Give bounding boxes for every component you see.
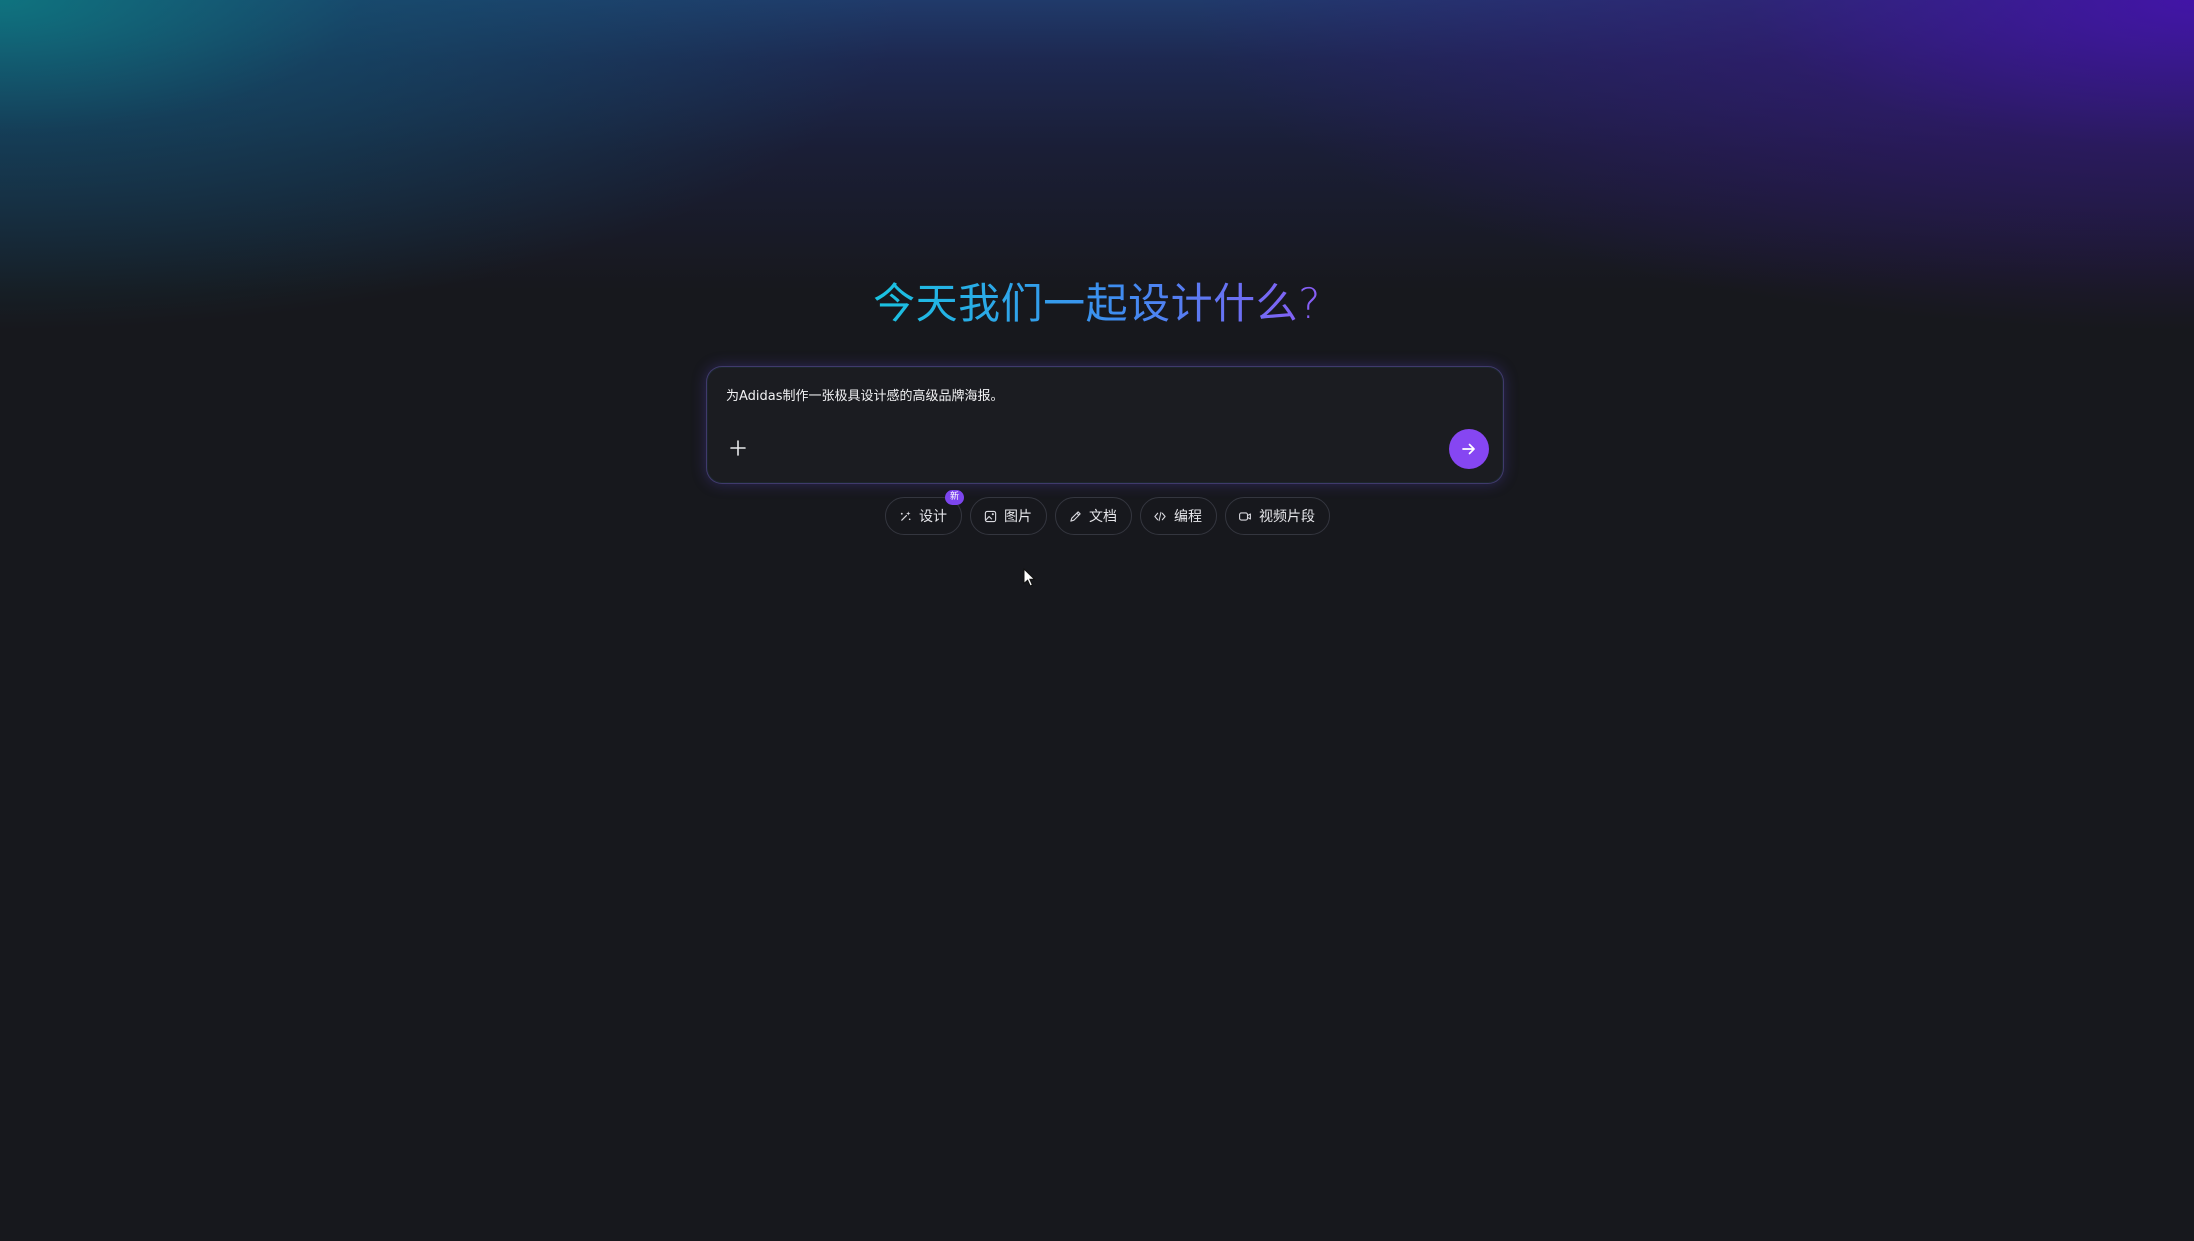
new-badge: 新 <box>944 490 964 505</box>
chip-label: 文档 <box>1089 509 1117 525</box>
sparkle-icon <box>898 509 912 523</box>
prompt-input[interactable]: 为Adidas制作一张极具设计感的高级品牌海报。 <box>726 388 1004 406</box>
chip-label: 视频片段 <box>1259 509 1315 525</box>
chip-label: 图片 <box>1004 509 1032 525</box>
add-attachment-button[interactable] <box>727 437 749 459</box>
pen-icon <box>1068 509 1082 523</box>
plus-icon <box>730 440 746 456</box>
page: 今天我们一起设计什么? 为Adidas制作一张极具设计感的高级品牌海报。 设计 … <box>0 0 2194 1241</box>
video-icon <box>1238 509 1252 523</box>
chip-document[interactable]: 文档 <box>1055 497 1132 535</box>
chip-design[interactable]: 设计 新 <box>885 490 964 535</box>
page-title: 今天我们一起设计什么? <box>0 272 2194 336</box>
arrow-right-icon <box>1462 443 1475 455</box>
chip-video[interactable]: 视频片段 <box>1225 497 1330 535</box>
prompt-input-box[interactable]: 为Adidas制作一张极具设计感的高级品牌海报。 <box>706 366 1504 484</box>
mode-chips: 设计 新 图片 文档 编程 视频片段 <box>885 490 1330 537</box>
headline-text: 今天我们一起设计什么? <box>873 279 1321 328</box>
send-button[interactable] <box>1449 429 1489 469</box>
chip-label: 编程 <box>1174 509 1202 525</box>
mouse-cursor-icon <box>1023 568 1036 587</box>
chip-code[interactable]: 编程 <box>1140 497 1217 535</box>
image-icon <box>983 509 997 523</box>
chip-image[interactable]: 图片 <box>970 497 1047 535</box>
chip-label: 设计 <box>919 509 947 525</box>
code-icon <box>1153 509 1167 523</box>
